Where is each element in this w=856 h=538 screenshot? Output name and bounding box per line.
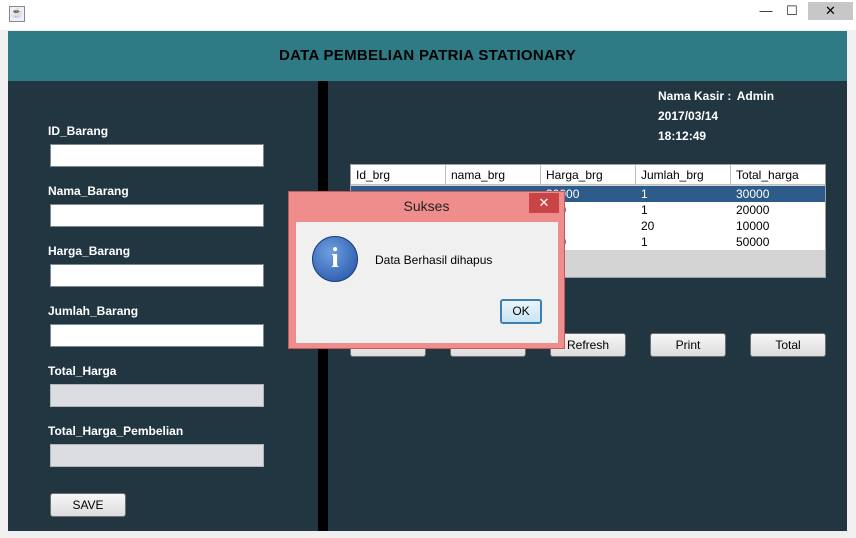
total-harga-pembelian-label: Total_Harga_Pembelian xyxy=(48,424,184,438)
dialog-close-button[interactable]: ✕ xyxy=(529,193,559,213)
total-cell: 20000 xyxy=(736,203,770,217)
date-display: 2017/03/14 xyxy=(658,109,719,123)
jumlah-cell: 20 xyxy=(641,219,655,233)
jumlah-cell: 1 xyxy=(641,203,648,217)
column-header[interactable]: Total_harga xyxy=(731,165,825,185)
page-title: DATA PEMBELIAN PATRIA STATIONARY xyxy=(278,47,577,64)
total-harga-pembelian-input xyxy=(50,444,264,467)
info-icon: i xyxy=(312,236,358,282)
total-harga-input xyxy=(50,384,264,407)
kasir-value: Admin xyxy=(736,89,775,103)
column-header[interactable]: Harga_brg xyxy=(541,165,636,185)
close-window-button[interactable]: ✕ xyxy=(808,2,853,20)
harga-barang-input[interactable] xyxy=(50,264,264,287)
nama-barang-input[interactable] xyxy=(50,204,264,227)
window-titlebar: ☕ — ☐ ✕ xyxy=(0,0,856,30)
total-button[interactable]: Total xyxy=(750,333,826,357)
jumlah-barang-label: Jumlah_Barang xyxy=(48,304,139,318)
save-button[interactable]: SAVE xyxy=(50,493,126,517)
minimize-button[interactable]: — xyxy=(752,2,780,20)
dialog-body: i Data Berhasil dihapus OK xyxy=(296,222,558,343)
jumlah-cell: 1 xyxy=(641,187,648,201)
header-banner: DATA PEMBELIAN PATRIA STATIONARY xyxy=(8,31,847,81)
success-dialog: Sukses ✕ i Data Berhasil dihapus OK xyxy=(288,191,565,349)
dialog-title: Sukses xyxy=(403,198,450,214)
java-icon: ☕ xyxy=(9,6,25,22)
harga-barang-label: Harga_Barang xyxy=(48,244,131,258)
dialog-message: Data Berhasil dihapus xyxy=(375,253,493,267)
total-cell: 50000 xyxy=(736,235,770,249)
maximize-button[interactable]: ☐ xyxy=(778,2,806,20)
column-header[interactable]: Jumlah_brg xyxy=(636,165,731,185)
total-cell: 10000 xyxy=(736,219,770,233)
jumlah-cell: 1 xyxy=(641,235,648,249)
nama-barang-label: Nama_Barang xyxy=(48,184,129,198)
id-barang-input[interactable] xyxy=(50,144,264,167)
jumlah-barang-input[interactable] xyxy=(50,324,264,347)
column-header[interactable]: Id_brg xyxy=(351,165,446,185)
total-harga-label: Total_Harga xyxy=(48,364,117,378)
column-header[interactable]: nama_brg xyxy=(446,165,541,185)
kasir-info: Nama Kasir : Admin xyxy=(658,89,774,103)
total-cell: 30000 xyxy=(736,187,770,201)
print-button[interactable]: Print xyxy=(650,333,726,357)
id-barang-label: ID_Barang xyxy=(48,124,109,138)
ok-button[interactable]: OK xyxy=(500,299,542,324)
kasir-label: Nama Kasir : xyxy=(658,89,732,103)
time-display: 18:12:49 xyxy=(658,129,707,143)
